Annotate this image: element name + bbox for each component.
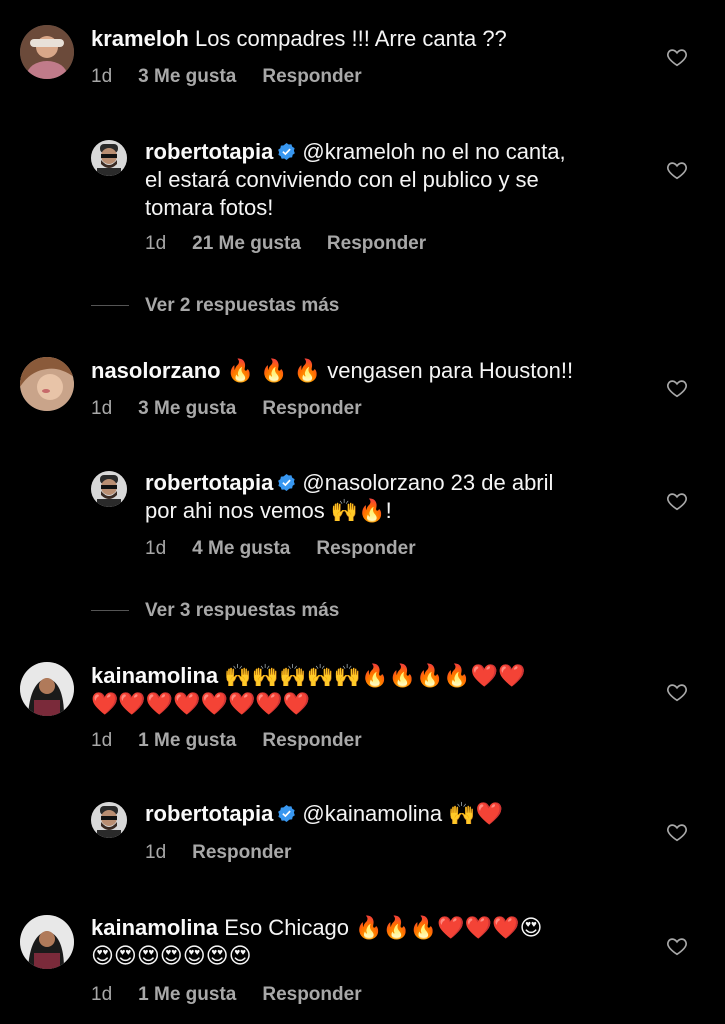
comment-meta: 1d 1 Me gusta Responder xyxy=(91,984,388,1006)
view-more-label[interactable]: Ver 3 respuestas más xyxy=(145,600,339,621)
verified-badge-icon xyxy=(278,804,296,823)
comment-emojis: 🔥 🔥 🔥 xyxy=(226,358,322,383)
likes-count[interactable]: 3 Me gusta xyxy=(138,398,236,419)
username[interactable]: krameloh xyxy=(91,26,189,51)
heart-outline-icon[interactable] xyxy=(666,159,688,181)
heart-outline-icon[interactable] xyxy=(666,681,688,703)
reply-button[interactable]: Responder xyxy=(262,984,361,1005)
timestamp: 1d xyxy=(145,842,167,863)
reply-button[interactable]: Responder xyxy=(316,538,415,559)
heart-outline-icon[interactable] xyxy=(666,377,688,399)
likes-count[interactable]: 1 Me gusta xyxy=(138,730,236,751)
avatar[interactable] xyxy=(20,25,74,79)
view-more-label[interactable]: Ver 2 respuestas más xyxy=(145,295,339,316)
comment-body: Los compadres !!! Arre canta ?? xyxy=(194,26,507,51)
username[interactable]: kainamolina xyxy=(91,663,218,688)
comment-text: robertotapia @krameloh no el no canta, el… xyxy=(145,138,645,222)
likes-count[interactable]: 1 Me gusta xyxy=(138,984,236,1005)
timestamp: 1d xyxy=(91,66,113,87)
comment-body-line: 🙌🙌🙌🙌🙌🔥🔥🔥🔥❤️❤️ xyxy=(224,663,526,688)
heart-outline-icon[interactable] xyxy=(666,821,688,843)
divider xyxy=(91,610,129,612)
timestamp: 1d xyxy=(91,398,113,419)
verified-badge-icon xyxy=(278,473,296,492)
divider xyxy=(91,305,129,307)
comment-meta: 1d 3 Me gusta Responder xyxy=(91,398,388,420)
comment-body-line: tomara fotos! xyxy=(145,195,274,220)
verified-badge-icon xyxy=(278,142,296,161)
avatar[interactable] xyxy=(91,471,127,507)
comment-text: kainamolina 🙌🙌🙌🙌🙌🔥🔥🔥🔥❤️❤️ ❤️❤️❤️❤️❤️❤️❤️… xyxy=(91,662,651,718)
comment-body-line: el estará conviviendo con el publico y s… xyxy=(145,167,539,192)
view-more-replies[interactable]: Ver 3 respuestas más xyxy=(91,600,339,622)
comment-meta: 1d Responder xyxy=(145,842,317,864)
comment-meta: 1d 3 Me gusta Responder xyxy=(91,66,388,88)
comment-meta: 1d 21 Me gusta Responder xyxy=(145,233,452,255)
comment-body: vengasen para Houston!! xyxy=(327,358,574,383)
comment-body-line: Eso Chicago 🔥🔥🔥❤️❤️❤️😍 xyxy=(224,915,543,940)
timestamp: 1d xyxy=(145,233,167,254)
comment-meta: 1d 1 Me gusta Responder xyxy=(91,730,388,752)
username[interactable]: robertotapia xyxy=(145,139,273,164)
avatar[interactable] xyxy=(91,140,127,176)
username[interactable]: robertotapia xyxy=(145,470,273,495)
comment-text: krameloh Los compadres !!! Arre canta ?? xyxy=(91,25,651,53)
timestamp: 1d xyxy=(91,984,113,1005)
likes-count[interactable]: 3 Me gusta xyxy=(138,66,236,87)
reply-button[interactable]: Responder xyxy=(262,66,361,87)
comment-text: nasolorzano 🔥 🔥 🔥 vengasen para Houston!… xyxy=(91,357,651,385)
comment-body: @kainamolina 🙌❤️ xyxy=(302,801,503,826)
avatar[interactable] xyxy=(20,662,74,716)
reply-button[interactable]: Responder xyxy=(262,398,361,419)
heart-outline-icon[interactable] xyxy=(666,490,688,512)
comment-text: robertotapia @kainamolina 🙌❤️ xyxy=(145,800,645,828)
comment-body-line: @nasolorzano 23 de abril xyxy=(302,470,554,495)
avatar[interactable] xyxy=(91,802,127,838)
comment-text: kainamolina Eso Chicago 🔥🔥🔥❤️❤️❤️😍 😍😍😍😍😍… xyxy=(91,914,651,970)
comment-body-line: ❤️❤️❤️❤️❤️❤️❤️❤️ xyxy=(91,691,311,716)
likes-count[interactable]: 21 Me gusta xyxy=(192,233,301,254)
timestamp: 1d xyxy=(91,730,113,751)
comment-meta: 1d 4 Me gusta Responder xyxy=(145,538,442,560)
reply-button[interactable]: Responder xyxy=(192,842,291,863)
comment-text: robertotapia @nasolorzano 23 de abril por… xyxy=(145,469,645,525)
username[interactable]: kainamolina xyxy=(91,915,218,940)
avatar[interactable] xyxy=(20,357,74,411)
reply-button[interactable]: Responder xyxy=(262,730,361,751)
comment-body-line: por ahi nos vemos 🙌🔥! xyxy=(145,498,392,523)
timestamp: 1d xyxy=(145,538,167,559)
avatar[interactable] xyxy=(20,915,74,969)
reply-button[interactable]: Responder xyxy=(327,233,426,254)
likes-count[interactable]: 4 Me gusta xyxy=(192,538,290,559)
heart-outline-icon[interactable] xyxy=(666,935,688,957)
heart-outline-icon[interactable] xyxy=(666,46,688,68)
comment-body-line: 😍😍😍😍😍😍😍 xyxy=(91,943,252,968)
username[interactable]: nasolorzano xyxy=(91,358,221,383)
comment-body-line: @krameloh no el no canta, xyxy=(302,139,566,164)
view-more-replies[interactable]: Ver 2 respuestas más xyxy=(91,295,339,317)
username[interactable]: robertotapia xyxy=(145,801,273,826)
